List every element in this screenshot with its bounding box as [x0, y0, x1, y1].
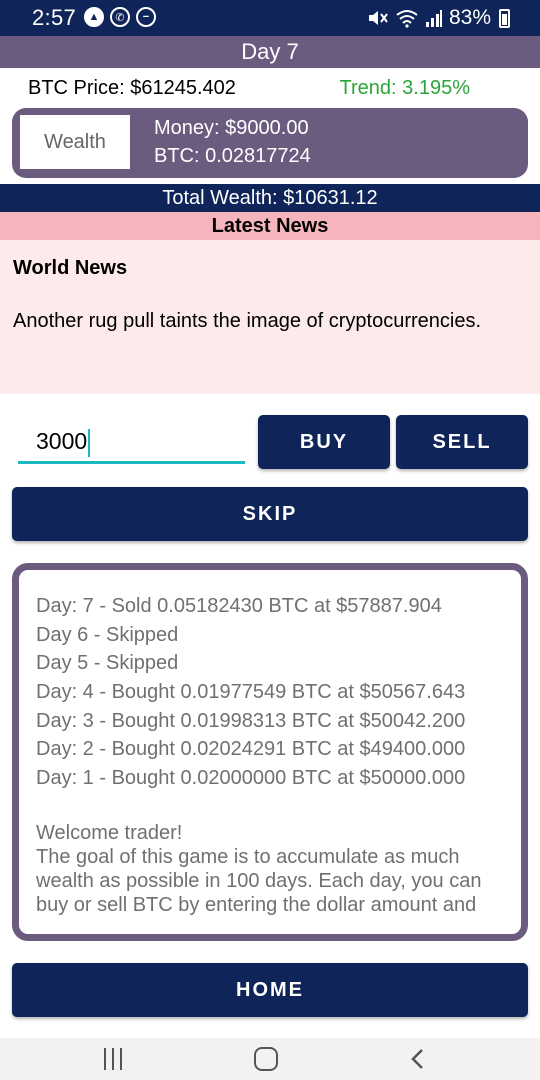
status-bar: 2:57 ▲ ✆ − 83% — [0, 0, 540, 36]
signal-icon — [425, 10, 442, 27]
mute-icon — [368, 11, 388, 25]
wealth-panel: Wealth Money: $9000.00 BTC: 0.02817724 — [12, 108, 528, 178]
sell-button[interactable]: SELL — [396, 415, 528, 469]
amount-input[interactable]: 3000 — [18, 418, 245, 464]
total-wealth: Total Wealth: $10631.12 — [0, 184, 540, 212]
home-icon[interactable] — [254, 1047, 278, 1071]
wealth-tab[interactable]: Wealth — [20, 115, 130, 169]
notification-icons: ▲ ✆ − — [84, 7, 156, 27]
welcome-body: The goal of this game is to accumulate a… — [36, 846, 482, 916]
amount-value: 3000 — [36, 428, 88, 454]
nav-bar — [0, 1038, 540, 1080]
navigation-icon: ▲ — [84, 7, 104, 27]
battery-icon — [499, 8, 510, 28]
welcome-title: Welcome trader! — [36, 822, 183, 844]
trend-value: Trend: 3.195% — [339, 77, 470, 99]
log-entry: Day: 3 - Bought 0.01998313 BTC at $50042… — [36, 709, 466, 732]
log-entry: Day: 7 - Sold 0.05182430 BTC at $57887.9… — [36, 595, 442, 617]
news-title: World News — [13, 257, 128, 279]
money-value: Money: $9000.00 — [154, 117, 309, 139]
news-panel: World News Another rug pull taints the i… — [0, 240, 540, 394]
skip-button[interactable]: SKIP — [12, 487, 528, 541]
recent-apps-icon[interactable] — [104, 1048, 122, 1070]
log-entry: Day: 4 - Bought 0.01977549 BTC at $50567… — [36, 681, 466, 704]
back-icon[interactable] — [408, 1049, 428, 1069]
text-cursor — [88, 428, 91, 457]
battery-percent: 83% — [448, 6, 491, 29]
trade-log[interactable]: Day: 7 - Sold 0.05182430 BTC at $57887.9… — [12, 563, 528, 941]
welcome-text: Welcome trader! The goal of this game is… — [36, 821, 510, 917]
btc-price: BTC Price: $61245.402 — [28, 77, 236, 99]
log-entry: Day 5 - Skipped — [36, 652, 179, 675]
log-entry: Day 6 - Skipped — [36, 623, 179, 646]
buy-button[interactable]: BUY — [258, 415, 390, 469]
btc-holdings: BTC: 0.02817724 — [154, 145, 311, 167]
status-time: 2:57 — [32, 5, 77, 30]
do-not-disturb-icon: − — [136, 7, 156, 27]
whatsapp-icon: ✆ — [110, 7, 130, 27]
status-right: 83% — [367, 6, 510, 30]
news-header: Latest News — [0, 212, 540, 240]
wifi-icon — [396, 10, 418, 28]
home-button[interactable]: HOME — [12, 963, 528, 1017]
day-header: Day 7 — [0, 36, 540, 68]
log-entry: Day: 1 - Bought 0.02000000 BTC at $50000… — [36, 767, 466, 790]
log-list: Day: 7 - Sold 0.05182430 BTC at $57887.9… — [36, 592, 465, 793]
news-body: Another rug pull taints the image of cry… — [13, 310, 482, 332]
log-entry: Day: 2 - Bought 0.02024291 BTC at $49400… — [36, 738, 466, 761]
